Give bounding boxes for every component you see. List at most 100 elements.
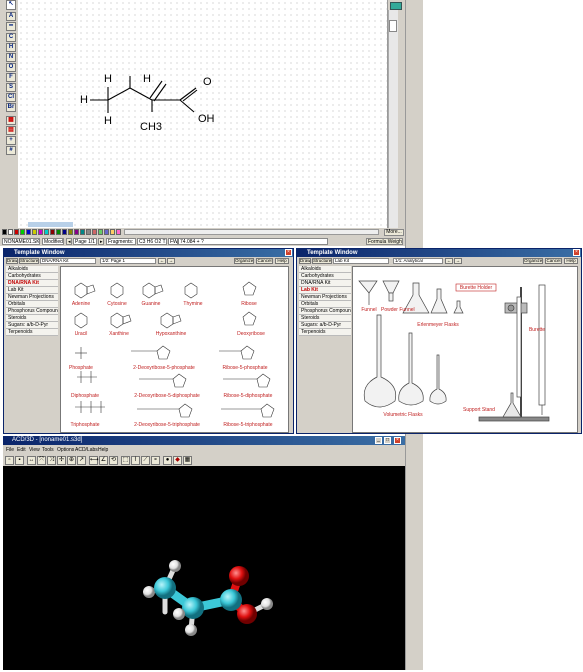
color-swatch[interactable] (14, 229, 19, 235)
torsion-icon[interactable]: ⟲ (109, 456, 118, 465)
molecule-label[interactable]: Adenine (65, 301, 97, 307)
lab-item-label[interactable]: Funnel (355, 307, 383, 313)
category-item[interactable]: Steroids (6, 315, 58, 322)
lab-item-label[interactable]: Powder Funnel (381, 307, 415, 313)
draw-button[interactable]: Draw (6, 258, 18, 264)
color-swatch[interactable] (50, 229, 55, 235)
template-preview-area[interactable]: Adenine Cytosine Guanine Thymine Ribose … (60, 266, 289, 433)
molecule-label[interactable]: Phosphate (65, 365, 97, 371)
molecule-label[interactable]: 2-Deoxyribose-5-diphosphate (129, 393, 205, 399)
category-item[interactable]: Lab Kit (6, 287, 58, 294)
color-swatch[interactable] (20, 229, 25, 235)
category-item[interactable]: Sugars: a/b-D-Pyr (299, 322, 351, 329)
menu-help[interactable]: Help (98, 446, 108, 454)
molecule-label[interactable]: Guanine (135, 301, 167, 307)
molecule-label[interactable]: Ribose (233, 301, 265, 307)
molecule-label[interactable]: Ribose-5-phosphate (213, 365, 277, 371)
menu-options[interactable]: Options (57, 446, 74, 454)
color-swatch[interactable] (116, 229, 121, 235)
menu-acdlabs[interactable]: ACD/Labs (75, 446, 98, 454)
angle-icon[interactable]: ∠ (99, 456, 108, 465)
rotate-y-icon[interactable]: ⤧ (37, 456, 46, 465)
rotate-x-icon[interactable]: ↔ (27, 456, 36, 465)
3d-viewport[interactable] (3, 466, 405, 670)
category-item[interactable]: Alkaloids (299, 266, 351, 273)
color-swatch[interactable] (44, 229, 49, 235)
lab-item-label[interactable]: Burette (527, 327, 547, 333)
sticks-icon[interactable]: ⟋ (141, 456, 150, 465)
lab-item-label[interactable]: Volumetric Flasks (375, 412, 431, 418)
atom-n-button[interactable]: N (6, 53, 16, 62)
bond-length-icon[interactable]: ⟷ (89, 456, 99, 465)
prev-page-icon[interactable]: ◂ (66, 238, 72, 245)
grid-icon[interactable]: ▦ (183, 456, 192, 465)
minimize-icon[interactable]: _ (375, 437, 382, 444)
category-item-active[interactable]: DNA/RNA Kit (6, 280, 58, 287)
fit-icon[interactable]: ⬚ (121, 456, 130, 465)
color-swatch[interactable] (26, 229, 31, 235)
close-icon[interactable]: × (285, 249, 292, 256)
periodic-table-icon[interactable]: ▦ (6, 116, 16, 125)
color-swatch[interactable] (68, 229, 73, 235)
formula-weight-button[interactable]: Formula Weight (366, 238, 403, 245)
maximize-icon[interactable]: □ (384, 437, 391, 444)
atom-f-button[interactable]: F (6, 73, 16, 82)
molecule-label[interactable]: Uracil (65, 331, 97, 337)
template-set-select[interactable]: Lab Kit (333, 258, 389, 264)
wireframe-icon[interactable]: ⌇ (131, 456, 140, 465)
category-item[interactable]: Steroids (299, 315, 351, 322)
grid-icon[interactable]: # (6, 146, 16, 155)
atom-h-button[interactable]: H (6, 43, 16, 52)
lab-item-label[interactable]: Support Stand (463, 407, 495, 413)
molecule-label[interactable]: Hypoxanthine (151, 331, 191, 337)
draw-button[interactable]: Draw (299, 258, 311, 264)
atom-s-button[interactable]: S (6, 83, 16, 92)
category-item[interactable]: Orbitals (299, 301, 351, 308)
select-tool-icon[interactable]: ↖ (6, 0, 16, 10)
category-item[interactable]: Phosphorus Compounds (6, 308, 58, 315)
atom-c-button[interactable]: C (6, 33, 16, 42)
lab-item-label[interactable]: Erlenmeyer Flasks (411, 322, 465, 328)
next-icon[interactable]: → (454, 258, 462, 264)
atom-o-button[interactable]: O (6, 63, 16, 72)
rotate-z-icon[interactable]: ⤨ (47, 456, 56, 465)
bond-tool-icon[interactable]: ━ (6, 22, 16, 31)
menu-tools[interactable]: Tools (42, 446, 54, 454)
draw-tool-button[interactable]: A (6, 12, 16, 21)
next-icon[interactable]: → (167, 258, 175, 264)
organizer-button[interactable]: Organizer (234, 258, 254, 264)
category-item[interactable]: Alkaloids (6, 266, 58, 273)
move-icon[interactable]: ✢ (57, 456, 66, 465)
atom-list-icon[interactable]: ▤ (6, 126, 16, 135)
color-swatch[interactable] (98, 229, 103, 235)
select-icon[interactable]: ↗ (77, 456, 86, 465)
lab-item-label[interactable]: Burette Holder (457, 285, 495, 291)
help-button[interactable]: Help (564, 258, 578, 264)
category-item[interactable]: Carbohydrates (6, 273, 58, 280)
structures-button[interactable]: Structures (312, 258, 332, 264)
color-swatch[interactable] (74, 229, 79, 235)
vertical-scrollbar[interactable] (388, 10, 398, 228)
menu-file[interactable]: File (6, 446, 14, 454)
page-select[interactable]: 1/2: Page 1 (100, 258, 156, 264)
cancel-button[interactable]: Cancel (545, 258, 562, 264)
atom-br-button[interactable]: Br (6, 103, 16, 112)
molecule-label[interactable]: Deoxyribose (231, 331, 271, 337)
3d-optimize-icon[interactable] (390, 2, 402, 10)
color-icon[interactable]: ◆ (173, 456, 182, 465)
molecule-label[interactable]: Triphosphate (65, 422, 105, 428)
color-swatch[interactable] (2, 229, 7, 235)
zoom-icon[interactable]: ⊕ (67, 456, 76, 465)
color-swatch[interactable] (80, 229, 85, 235)
molecule-label[interactable]: Ribose-5-triphosphate (213, 422, 283, 428)
close-icon[interactable]: × (573, 249, 580, 256)
color-swatch[interactable] (92, 229, 97, 235)
page-select[interactable]: 1/1: Analytical (393, 258, 443, 264)
color-swatch[interactable] (86, 229, 91, 235)
category-item[interactable]: Terpenoids (299, 329, 351, 336)
color-swatch[interactable] (56, 229, 61, 235)
category-item[interactable]: Carbohydrates (299, 273, 351, 280)
color-swatch[interactable] (104, 229, 109, 235)
plus-charge-icon[interactable]: + (6, 136, 16, 145)
spacefill-icon[interactable]: ● (163, 456, 172, 465)
